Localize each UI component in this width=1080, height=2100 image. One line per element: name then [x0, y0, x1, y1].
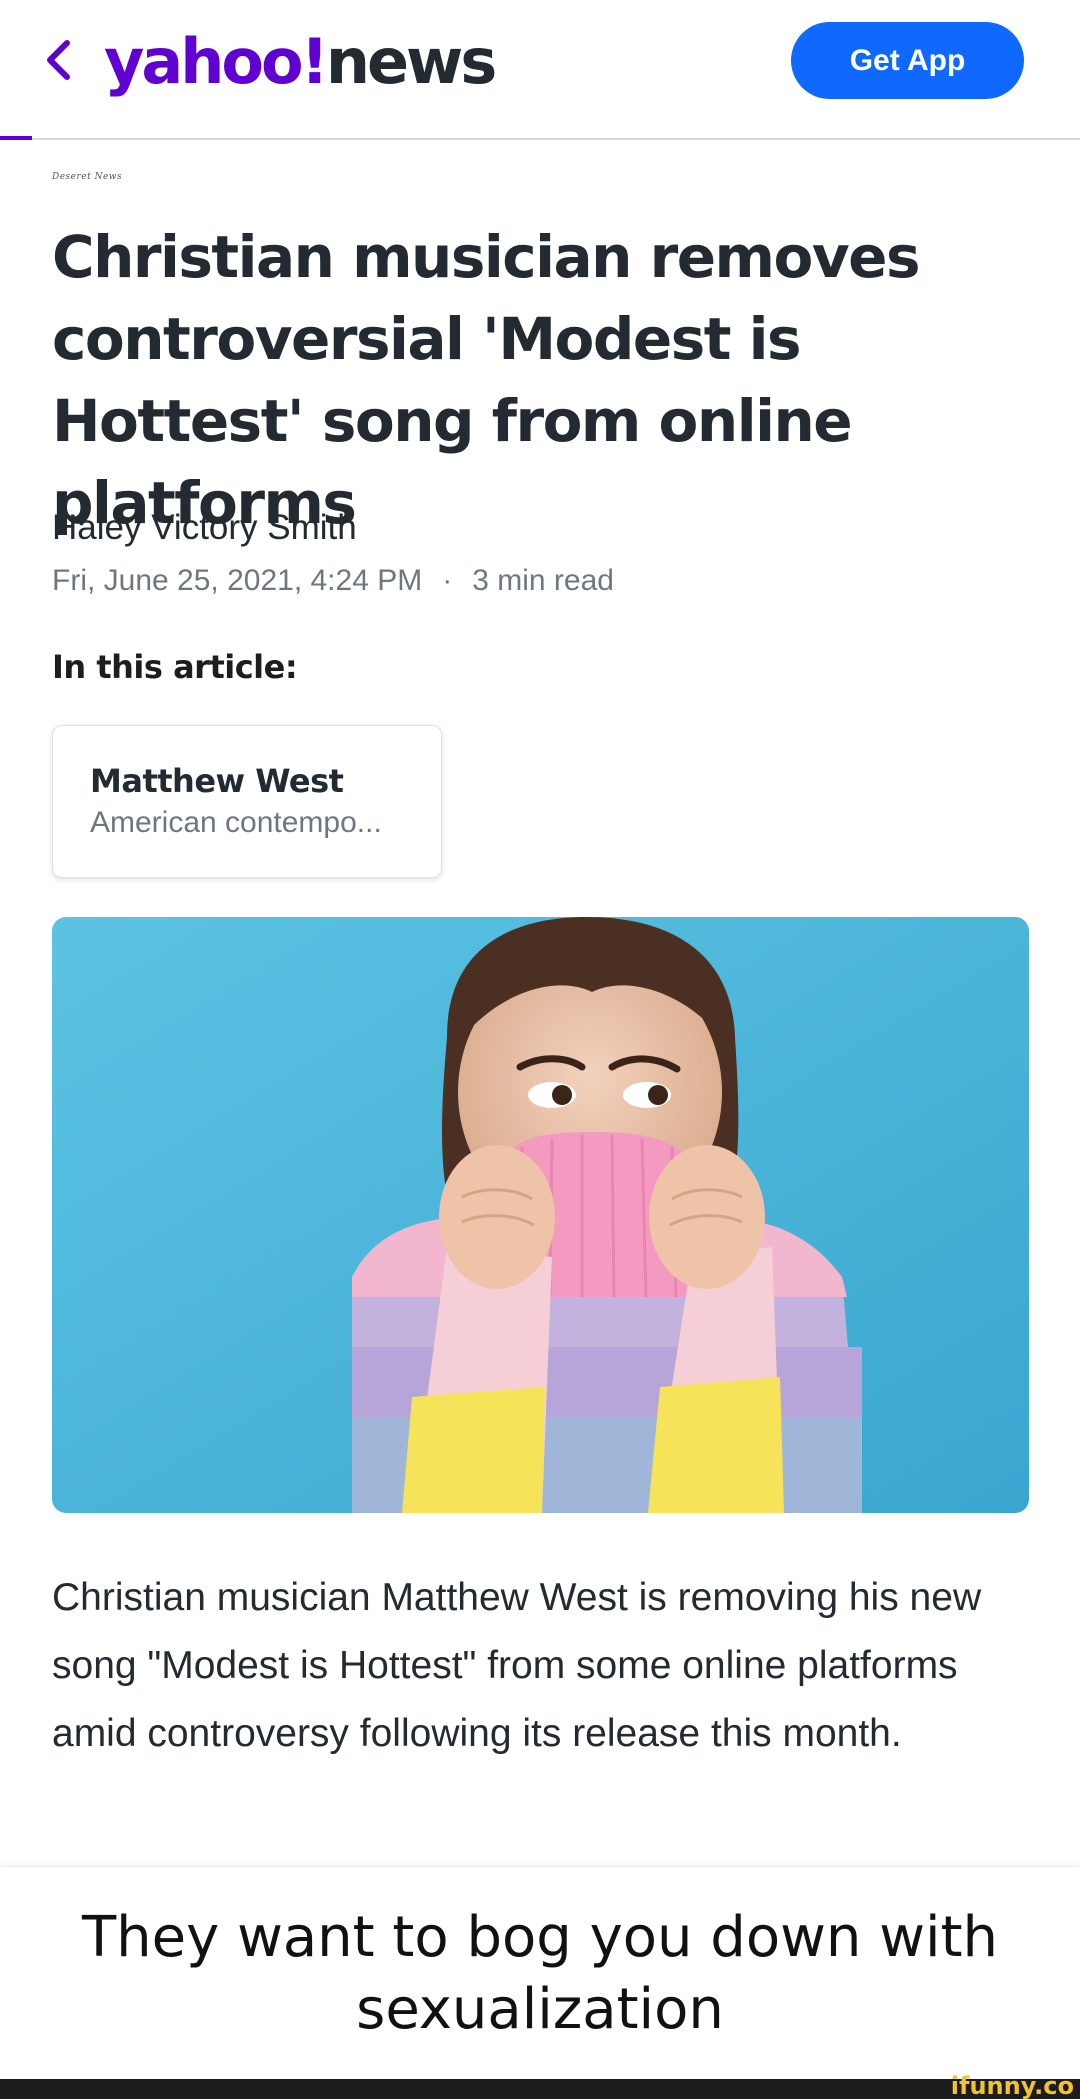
author-name[interactable]: Haley Victory Smith	[52, 508, 357, 548]
meta-separator: ·	[442, 564, 453, 597]
article-meta: Fri, June 25, 2021, 4:24 PM · 3 min read	[52, 564, 614, 598]
source-logo[interactable]: Deseret News	[52, 172, 122, 182]
back-button[interactable]	[36, 30, 80, 90]
woman-sweater-photo	[52, 917, 1029, 1513]
yahoo-news-logo[interactable]: yahoo! news	[104, 22, 497, 102]
read-time: 3 min read	[472, 564, 614, 597]
ifunny-watermark: ifunny.co	[950, 2072, 1074, 2100]
entity-name: Matthew West	[90, 762, 344, 800]
logo-yahoo-text: yahoo!	[104, 25, 329, 98]
in-this-article-label: In this article:	[52, 648, 298, 686]
meme-caption: They want to bog you down with sexualiza…	[0, 1866, 1080, 2080]
entity-description: American contempo...	[90, 806, 382, 839]
chevron-left-icon	[47, 40, 70, 80]
meme-caption-text: They want to bog you down with sexualiza…	[81, 1904, 999, 2042]
article-headline: Christian musician removes controversial…	[52, 223, 921, 537]
article-hero-image[interactable]	[52, 917, 1029, 1513]
app-header: yahoo! news Get App	[0, 0, 1080, 140]
reading-progress-bar	[0, 136, 32, 140]
publish-date: Fri, June 25, 2021, 4:24 PM	[52, 564, 423, 597]
entity-card-matthew-west[interactable]: Matthew West American contempo...	[52, 725, 442, 878]
logo-news-text: news	[325, 25, 497, 98]
get-app-button[interactable]: Get App	[791, 22, 1024, 99]
article-body-paragraph: Christian musician Matthew West is remov…	[52, 1576, 982, 1755]
watermark-bar	[0, 2079, 1080, 2099]
